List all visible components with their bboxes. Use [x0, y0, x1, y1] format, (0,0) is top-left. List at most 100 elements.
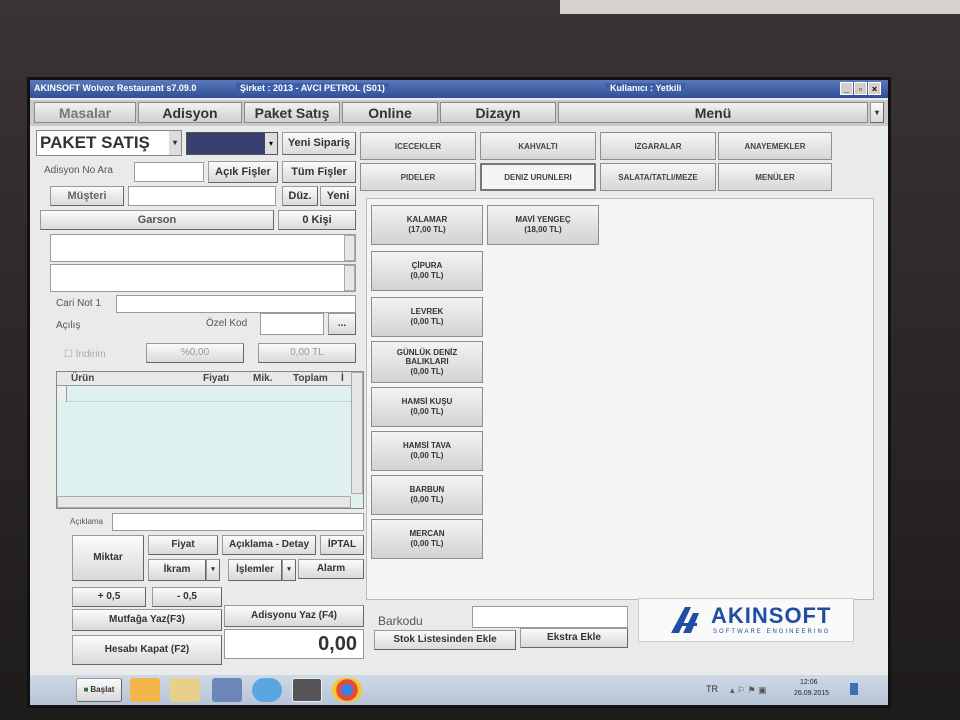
product-hamsi-kusu[interactable]: HAMSİ KUŞU (0,00 TL): [371, 387, 483, 427]
horizontal-scrollbar[interactable]: [57, 496, 351, 508]
discount-checkbox[interactable]: ☐ İndirim: [64, 349, 106, 360]
product-kalamar[interactable]: KALAMAR (17,00 TL): [371, 205, 483, 245]
folder-icon[interactable]: [170, 678, 200, 702]
product-mavi-yengec[interactable]: MAVİ YENGEÇ (18,00 TL): [487, 205, 599, 245]
cancel-button[interactable]: İPTAL: [320, 535, 364, 555]
column-quantity[interactable]: Mik.: [253, 373, 272, 384]
add-from-stock-button[interactable]: Stok Listesinden Ekle: [374, 630, 516, 650]
order-grid[interactable]: Ürün Fiyatı Mik. Toplam İ: [56, 371, 364, 509]
media-player-icon[interactable]: [130, 678, 160, 702]
show-desktop-button[interactable]: [850, 683, 858, 695]
table-row[interactable]: [57, 386, 351, 402]
edit-button[interactable]: Düz.: [282, 186, 318, 206]
plus-half-button[interactable]: + 0,5: [72, 587, 146, 607]
price-button[interactable]: Fiyat: [148, 535, 218, 555]
tab-adisyon[interactable]: Adisyon: [138, 102, 242, 123]
product-gunluk-deniz-baliklari[interactable]: GÜNLÜK DENİZ BALIKLARI (0,00 TL): [371, 341, 483, 383]
category-icecekler[interactable]: ICECEKLER: [360, 132, 476, 160]
alarm-button[interactable]: Alarm: [298, 559, 364, 579]
operations-button[interactable]: İşlemler: [228, 559, 282, 581]
category-anayemekler[interactable]: ANAYEMEKLER: [718, 132, 832, 160]
start-button[interactable]: ■ Başlat: [76, 678, 122, 702]
taskbar: ■ Başlat TR ▴ ⚐ ⚑ ▣ 12:06 26.09.2015: [30, 675, 888, 705]
customer-input[interactable]: [128, 186, 276, 206]
menu-scroll-button[interactable]: ▾: [870, 102, 884, 123]
waiter-button[interactable]: Garson: [40, 210, 274, 230]
tab-paket-satis[interactable]: Paket Satış: [244, 102, 340, 123]
column-price[interactable]: Fiyatı: [203, 373, 229, 384]
description-input[interactable]: [112, 513, 364, 531]
chrome-icon[interactable]: [332, 678, 362, 702]
address-textarea-1[interactable]: [50, 234, 356, 262]
all-receipts-button[interactable]: Tüm Fişler: [282, 161, 356, 183]
tab-masalar[interactable]: Masalar: [34, 102, 136, 123]
order-search-input[interactable]: [134, 162, 204, 182]
category-menuler[interactable]: MENÜLER: [718, 163, 832, 191]
discount-percent-field[interactable]: %0,00: [146, 343, 244, 363]
scrollbar[interactable]: [344, 265, 355, 291]
extra-add-button[interactable]: Ekstra Ekle: [520, 628, 628, 648]
tab-dizayn[interactable]: Dizayn: [440, 102, 556, 123]
address-textarea-2[interactable]: [50, 264, 356, 292]
close-button[interactable]: ×: [868, 82, 881, 95]
description-detail-button[interactable]: Açıklama - Detay: [222, 535, 316, 555]
minus-half-button[interactable]: - 0,5: [152, 587, 222, 607]
receipt-print-button[interactable]: Adisyonu Yaz (F4): [224, 605, 364, 627]
chevron-down-icon[interactable]: ▾: [206, 559, 220, 581]
barcode-input[interactable]: [472, 606, 628, 628]
column-total[interactable]: Toplam: [293, 373, 328, 384]
special-code-browse-button[interactable]: ...: [328, 313, 356, 335]
tray-icons[interactable]: ▴ ⚐ ⚑ ▣: [730, 685, 767, 696]
tab-online[interactable]: Online: [342, 102, 438, 123]
person-count-button[interactable]: 0 Kişi: [278, 210, 356, 230]
minimize-button[interactable]: _: [840, 82, 853, 95]
tab-menu[interactable]: Menü: [558, 102, 868, 123]
network-icon[interactable]: [212, 678, 242, 702]
treat-button[interactable]: İkram: [148, 559, 206, 581]
restore-button[interactable]: ▫: [854, 82, 867, 95]
product-cipura[interactable]: ÇİPURA (0,00 TL): [371, 251, 483, 291]
scrollbar[interactable]: [344, 235, 355, 261]
product-name: ÇİPURA: [411, 261, 443, 271]
product-mercan[interactable]: MERCAN (0,00 TL): [371, 519, 483, 559]
screen: AKINSOFT Wolvox Restaurant s7.09.0 Şirke…: [30, 80, 888, 705]
company-label: Şirket : 2013 - AVCI PETROL (S01): [236, 83, 389, 93]
category-izgaralar[interactable]: IZGARALAR: [600, 132, 716, 160]
quantity-button[interactable]: Miktar: [72, 535, 144, 581]
cari-note-input[interactable]: [116, 295, 356, 313]
grid-header: Ürün Fiyatı Mik. Toplam İ: [57, 372, 351, 386]
kitchen-print-button[interactable]: Mutfağa Yaz(F3): [72, 609, 222, 631]
open-receipts-button[interactable]: Açık Fişler: [208, 161, 278, 183]
new-customer-button[interactable]: Yeni: [320, 186, 356, 206]
mode-select[interactable]: PAKET SATIŞ ▾: [36, 130, 182, 156]
branch-select[interactable]: ▾: [186, 132, 278, 155]
discount-amount-field[interactable]: 0,00 TL: [258, 343, 356, 363]
chevron-down-icon[interactable]: ▾: [169, 131, 181, 155]
close-bill-button[interactable]: Hesabı Kapat (F2): [72, 635, 222, 665]
clock-time[interactable]: 12:06: [800, 679, 818, 686]
category-pideler[interactable]: PIDELER: [360, 163, 476, 191]
vertical-scrollbar[interactable]: [351, 372, 363, 494]
brand-tagline: SOFTWARE ENGINEERING: [713, 629, 831, 635]
order-search-label: Adisyon No Ara: [44, 165, 113, 176]
language-indicator[interactable]: TR: [706, 684, 718, 694]
category-deniz-urunleri[interactable]: DENIZ URUNLERI: [480, 163, 596, 191]
description-label: Açıklama: [70, 517, 103, 526]
chevron-down-icon[interactable]: ▾: [265, 133, 277, 154]
product-price: (18,00 TL): [524, 225, 562, 234]
product-levrek[interactable]: LEVREK (0,00 TL): [371, 297, 483, 337]
user-label: Kullanıcı : Yetkili: [606, 83, 686, 93]
category-kahvalti[interactable]: KAHVALTI: [480, 132, 596, 160]
special-code-input[interactable]: [260, 313, 324, 335]
column-info[interactable]: İ: [341, 373, 344, 384]
pos-app-icon[interactable]: [292, 678, 322, 702]
column-product[interactable]: Ürün: [71, 373, 94, 384]
product-barbun[interactable]: BARBUN (0,00 TL): [371, 475, 483, 515]
internet-explorer-icon[interactable]: [252, 678, 282, 702]
chevron-down-icon[interactable]: ▾: [282, 559, 296, 581]
new-order-button[interactable]: Yeni Sipariş: [282, 132, 356, 155]
clock-date[interactable]: 26.09.2015: [794, 690, 829, 697]
customer-button[interactable]: Müşteri: [50, 186, 124, 206]
product-hamsi-tava[interactable]: HAMSİ TAVA (0,00 TL): [371, 431, 483, 471]
category-salata-tatli-meze[interactable]: SALATA/TATLI/MEZE: [600, 163, 716, 191]
